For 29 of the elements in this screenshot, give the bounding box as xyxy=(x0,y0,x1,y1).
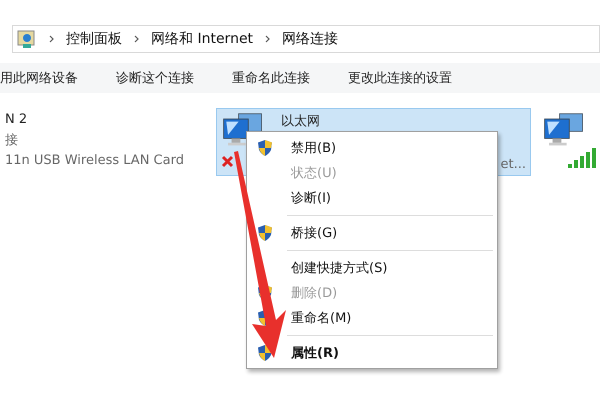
connection-status: 接 xyxy=(5,132,19,149)
chevron-icon xyxy=(134,35,139,43)
menu-item[interactable]: 诊断(I) xyxy=(291,189,331,207)
command-button[interactable]: 用此网络设备 xyxy=(0,69,78,87)
command-button[interactable]: 诊断这个连接 xyxy=(116,69,194,87)
shield-icon xyxy=(257,224,273,242)
address-bar[interactable]: 控制面板 网络和 Internet 网络连接 xyxy=(12,25,600,53)
breadcrumb[interactable]: 网络和 Internet xyxy=(151,30,254,48)
command-button[interactable]: 更改此连接的设置 xyxy=(348,69,452,87)
connection-item[interactable]: N 2 接 11n USB Wireless LAN Card xyxy=(0,108,210,172)
connection-name: 以太网 xyxy=(281,113,321,130)
connection-device: 11n USB Wireless LAN Card xyxy=(5,153,184,168)
cross-icon xyxy=(221,155,234,168)
menu-item[interactable]: 创建快捷方式(S) xyxy=(291,258,388,276)
chevron-icon xyxy=(265,35,270,43)
menu-item[interactable]: 属性(R) xyxy=(291,344,339,362)
network-computers-icon xyxy=(542,112,586,148)
chevron-icon xyxy=(49,35,54,43)
connection-name: N 2 xyxy=(5,112,28,127)
breadcrumb[interactable]: 控制面板 xyxy=(66,30,122,48)
control-panel-icon xyxy=(17,29,37,49)
menu-item[interactable]: 重命名(M) xyxy=(291,309,352,327)
menu-item[interactable]: 桥接(G) xyxy=(291,224,338,242)
signal-bars-icon xyxy=(568,148,598,168)
menu-item[interactable]: 禁用(B) xyxy=(291,138,336,156)
connection-device: et... xyxy=(500,157,526,172)
breadcrumb[interactable]: 网络连接 xyxy=(282,30,338,48)
command-button[interactable]: 重命名此连接 xyxy=(232,69,310,87)
shield-icon xyxy=(257,138,273,156)
